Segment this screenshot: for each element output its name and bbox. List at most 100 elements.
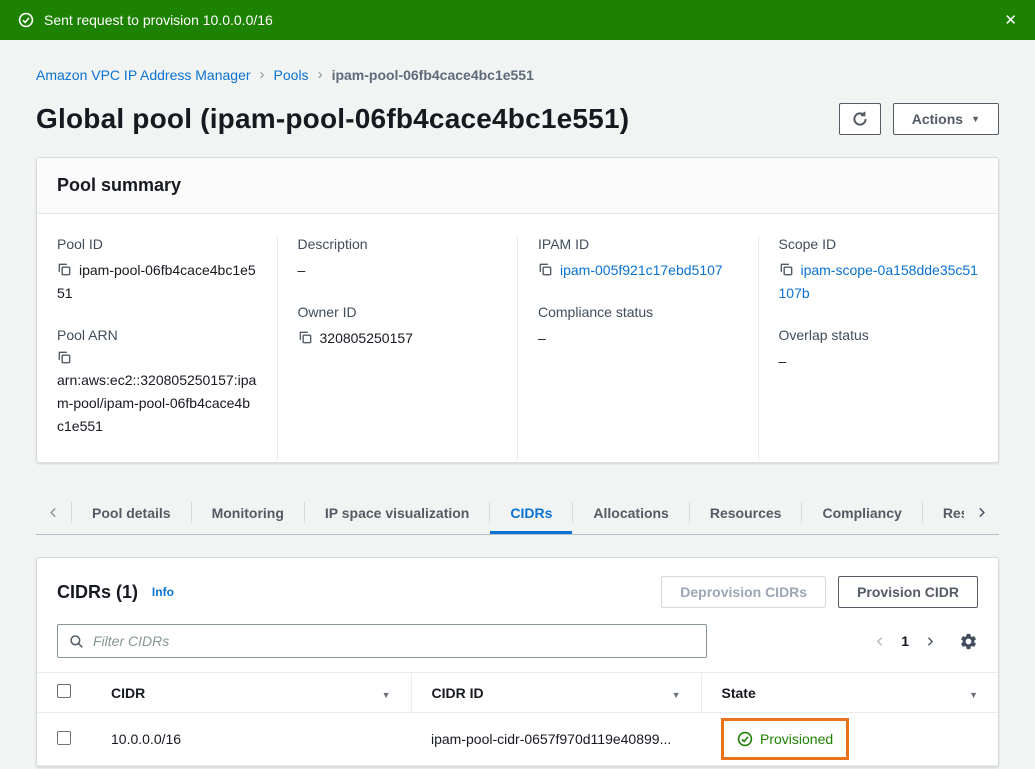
ipam-id-link[interactable]: ipam-005f921c17ebd5107 — [560, 262, 723, 278]
column-label: CIDR ID — [432, 685, 484, 701]
cidrs-title: CIDRs (1) — [57, 582, 138, 602]
caret-down-icon: ▼ — [971, 115, 980, 124]
copy-icon[interactable] — [57, 350, 72, 365]
deprovision-cidrs-button: Deprovision CIDRs — [661, 576, 826, 608]
page-title: Global pool (ipam-pool-06fb4cace4bc1e551… — [36, 103, 629, 135]
summary-column-3: IPAM ID ipam-005f921c17ebd5107 Complianc… — [517, 236, 758, 460]
field-description: Description – — [298, 236, 498, 282]
next-page-icon[interactable] — [925, 635, 935, 648]
table-header-row: CIDR ▼ CIDR ID ▼ State ▼ — [37, 673, 998, 713]
pagination: 1 — [875, 632, 978, 651]
flash-message: Sent request to provision 10.0.0.0/16 — [44, 12, 273, 28]
close-icon[interactable]: ✕ — [1004, 13, 1017, 28]
filter-box[interactable] — [57, 624, 707, 658]
actions-button[interactable]: Actions ▼ — [893, 103, 999, 135]
sort-icon[interactable]: ▼ — [969, 690, 978, 700]
copy-icon[interactable] — [538, 262, 553, 277]
column-label: State — [722, 685, 756, 701]
table-row: 10.0.0.0/16 ipam-pool-cidr-0657f970d119e… — [37, 713, 998, 766]
cell-state: Provisioned — [701, 713, 998, 766]
pool-summary-title: Pool summary — [57, 175, 181, 195]
summary-column-4: Scope ID ipam-scope-0a158dde35c51107b Ov… — [758, 236, 999, 460]
column-header-cidr-id[interactable]: CIDR ID ▼ — [411, 673, 701, 713]
field-value: – — [298, 259, 498, 282]
actions-button-label: Actions — [912, 111, 963, 127]
refresh-icon — [852, 111, 868, 127]
row-checkbox[interactable] — [57, 731, 71, 745]
annotation-highlight: Provisioned — [721, 718, 849, 760]
refresh-button[interactable] — [839, 103, 881, 135]
column-header-cidr[interactable]: CIDR ▼ — [91, 673, 411, 713]
page-header: Global pool (ipam-pool-06fb4cace4bc1e551… — [36, 103, 999, 135]
tabs: Pool details Monitoring IP space visuali… — [36, 491, 999, 535]
field-label: Pool ARN — [57, 327, 257, 343]
cidrs-card: CIDRs (1) Info Deprovision CIDRs Provisi… — [36, 557, 999, 767]
field-label: Compliance status — [538, 304, 738, 320]
field-value: arn:aws:ec2::320805250157:ipam-pool/ipam… — [57, 369, 257, 438]
tab-ip-space-visualization[interactable]: IP space visualization — [305, 491, 489, 534]
breadcrumb-link-pools[interactable]: Pools — [274, 67, 309, 83]
breadcrumb-separator-icon: › — [318, 66, 323, 83]
previous-page-icon — [875, 635, 885, 648]
success-icon — [18, 12, 34, 28]
provision-cidr-button[interactable]: Provision CIDR — [838, 576, 978, 608]
provisioned-check-icon — [737, 731, 753, 747]
cidrs-table: CIDR ▼ CIDR ID ▼ State ▼ 10.0.0.0/16 ipam-p… — [37, 672, 998, 766]
field-value: ipam-pool-06fb4cace4bc1e551 — [57, 262, 256, 301]
search-icon — [69, 634, 84, 649]
tab-allocations[interactable]: Allocations — [573, 491, 688, 534]
cidrs-card-header: CIDRs (1) Info Deprovision CIDRs Provisi… — [37, 558, 998, 622]
pool-summary-header: Pool summary — [37, 158, 998, 214]
pool-summary-card: Pool summary Pool ID ipam-pool-06fb4cace… — [36, 157, 999, 463]
flash-banner: Sent request to provision 10.0.0.0/16 ✕ — [0, 0, 1035, 40]
tabs-scroll-left-icon[interactable] — [36, 491, 71, 534]
tab-resources[interactable]: Resources — [690, 491, 802, 534]
field-value: – — [538, 327, 738, 350]
column-label: CIDR — [111, 685, 145, 701]
filter-cidrs-input[interactable] — [93, 631, 695, 651]
tabs-scroll-right-icon[interactable] — [964, 491, 999, 533]
field-scope-id: Scope ID ipam-scope-0a158dde35c51107b — [779, 236, 979, 305]
field-label: Scope ID — [779, 236, 979, 252]
gear-icon[interactable] — [959, 632, 978, 651]
field-owner-id: Owner ID 320805250157 — [298, 304, 498, 350]
breadcrumb-separator-icon: › — [260, 66, 265, 83]
field-label: Pool ID — [57, 236, 257, 252]
field-value: 320805250157 — [320, 330, 413, 346]
column-header-state[interactable]: State ▼ — [701, 673, 998, 713]
breadcrumb-link-ipam[interactable]: Amazon VPC IP Address Manager — [36, 67, 251, 83]
field-label: Owner ID — [298, 304, 498, 320]
sort-icon[interactable]: ▼ — [382, 690, 391, 700]
tab-pool-details[interactable]: Pool details — [72, 491, 191, 534]
select-all-checkbox[interactable] — [57, 684, 71, 698]
copy-icon[interactable] — [57, 262, 72, 277]
scope-id-link[interactable]: ipam-scope-0a158dde35c51107b — [779, 262, 978, 301]
summary-column-2: Description – Owner ID 320805250157 — [277, 236, 518, 460]
pool-summary-body: Pool ID ipam-pool-06fb4cace4bc1e551 Pool… — [37, 214, 998, 462]
state-badge: Provisioned — [737, 731, 833, 747]
field-ipam-id: IPAM ID ipam-005f921c17ebd5107 — [538, 236, 738, 282]
page-number[interactable]: 1 — [901, 633, 909, 649]
tab-cidrs[interactable]: CIDRs — [490, 491, 572, 534]
breadcrumb: Amazon VPC IP Address Manager › Pools › … — [36, 66, 999, 83]
field-pool-id: Pool ID ipam-pool-06fb4cace4bc1e551 — [57, 236, 257, 305]
tab-monitoring[interactable]: Monitoring — [192, 491, 304, 534]
state-label: Provisioned — [760, 731, 833, 747]
field-value: – — [779, 350, 979, 373]
field-label: Overlap status — [779, 327, 979, 343]
field-compliance-status: Compliance status – — [538, 304, 738, 350]
info-link[interactable]: Info — [152, 585, 174, 599]
field-overlap-status: Overlap status – — [779, 327, 979, 373]
summary-column-1: Pool ID ipam-pool-06fb4cace4bc1e551 Pool… — [37, 236, 277, 460]
field-label: IPAM ID — [538, 236, 738, 252]
field-pool-arn: Pool ARN arn:aws:ec2::320805250157:ipam-… — [57, 327, 257, 438]
breadcrumb-current: ipam-pool-06fb4cace4bc1e551 — [332, 67, 534, 83]
sort-icon[interactable]: ▼ — [672, 690, 681, 700]
copy-icon[interactable] — [298, 330, 313, 345]
cell-cidr: 10.0.0.0/16 — [91, 713, 411, 766]
tab-compliancy[interactable]: Compliancy — [802, 491, 921, 534]
cell-cidr-id: ipam-pool-cidr-0657f970d119e40899... — [411, 713, 701, 766]
field-label: Description — [298, 236, 498, 252]
copy-icon[interactable] — [779, 262, 794, 277]
table-controls: 1 — [37, 622, 998, 672]
